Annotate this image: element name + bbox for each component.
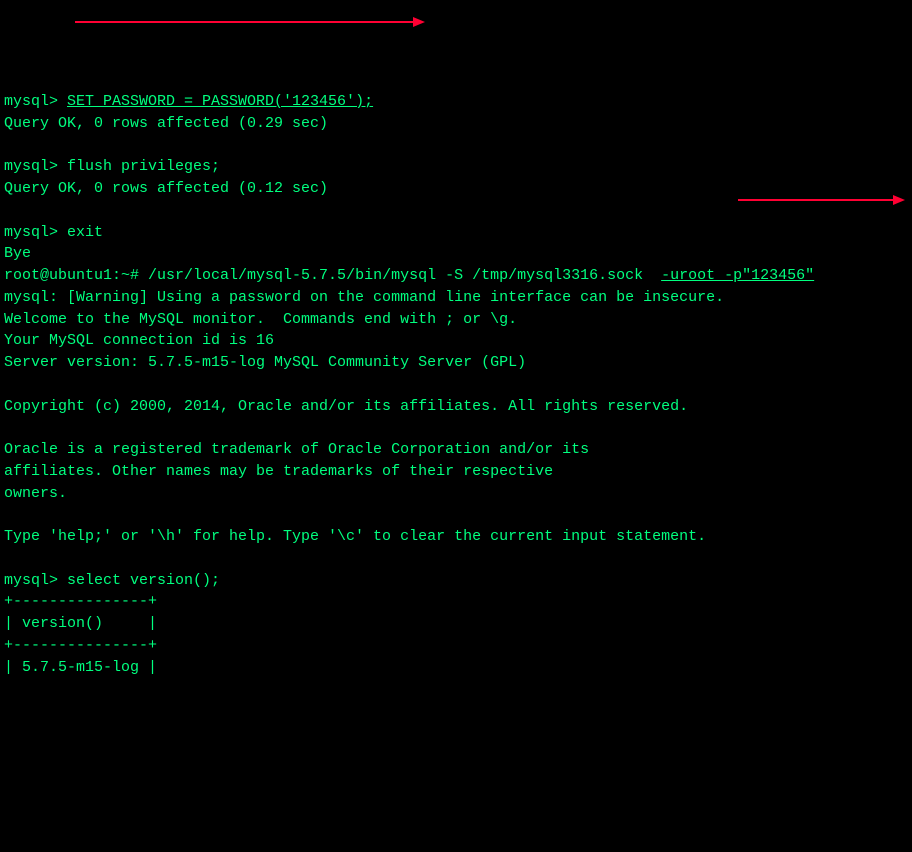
terminal-line	[4, 135, 908, 157]
terminal-line: Type 'help;' or '\h' for help. Type '\c'…	[4, 526, 908, 548]
terminal-line: mysql: [Warning] Using a password on the…	[4, 287, 908, 309]
terminal-output: mysql> SET PASSWORD = PASSWORD('123456')…	[4, 91, 908, 678]
terminal-line: mysql> SET PASSWORD = PASSWORD('123456')…	[4, 91, 908, 113]
terminal-line: +---------------+	[4, 635, 908, 657]
terminal-line: mysql> flush privileges;	[4, 156, 908, 178]
shell-prompt: root@ubuntu1:~#	[4, 267, 148, 284]
terminal-line: | 5.7.5-m15-log |	[4, 657, 908, 679]
terminal-line: owners.	[4, 483, 908, 505]
terminal-line	[4, 504, 908, 526]
terminal-line: | version() |	[4, 613, 908, 635]
mysql-prompt: mysql>	[4, 572, 67, 589]
terminal-line: mysql> select version();	[4, 570, 908, 592]
command-text: SET PASSWORD = PASSWORD('123456');	[67, 93, 373, 110]
terminal-line: Copyright (c) 2000, 2014, Oracle and/or …	[4, 396, 908, 418]
command-text: select version();	[67, 572, 220, 589]
terminal-line: Server version: 5.7.5-m15-log MySQL Comm…	[4, 352, 908, 374]
mysql-prompt: mysql>	[4, 158, 67, 175]
shell-command-suffix: -uroot -p"123456"	[661, 267, 814, 284]
command-text: flush privileges;	[67, 158, 220, 175]
terminal-line: Query OK, 0 rows affected (0.12 sec)	[4, 178, 908, 200]
terminal-line: Oracle is a registered trademark of Orac…	[4, 439, 908, 461]
terminal-line: Your MySQL connection id is 16	[4, 330, 908, 352]
terminal-line: +---------------+	[4, 591, 908, 613]
terminal-line: Welcome to the MySQL monitor. Commands e…	[4, 309, 908, 331]
terminal-line	[4, 417, 908, 439]
terminal-line: affiliates. Other names may be trademark…	[4, 461, 908, 483]
terminal-line	[4, 200, 908, 222]
terminal-line: Bye	[4, 243, 908, 265]
mysql-prompt: mysql>	[4, 93, 67, 110]
terminal-line	[4, 548, 908, 570]
terminal-line: Query OK, 0 rows affected (0.29 sec)	[4, 113, 908, 135]
shell-command: /usr/local/mysql-5.7.5/bin/mysql -S /tmp…	[148, 267, 661, 284]
mysql-prompt: mysql>	[4, 224, 67, 241]
command-text: exit	[67, 224, 103, 241]
terminal-line: root@ubuntu1:~# /usr/local/mysql-5.7.5/b…	[4, 265, 908, 287]
terminal-line: mysql> exit	[4, 222, 908, 244]
terminal-line	[4, 374, 908, 396]
